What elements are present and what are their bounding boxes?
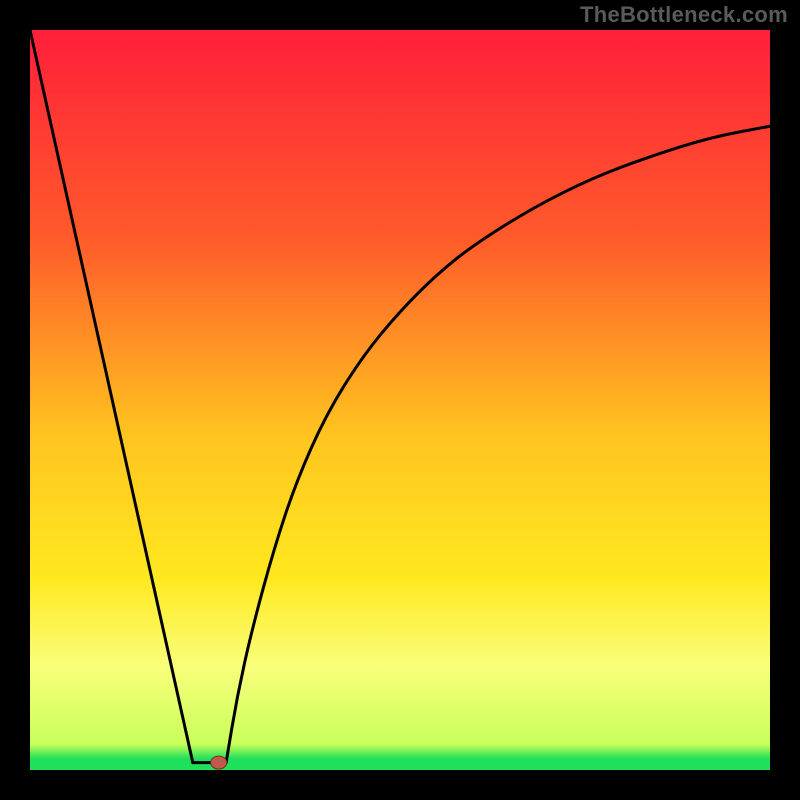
plot-area [30,30,770,770]
background-gradient [30,30,770,770]
watermark-text: TheBottleneck.com [580,2,788,28]
chart-frame: TheBottleneck.com [0,0,800,800]
